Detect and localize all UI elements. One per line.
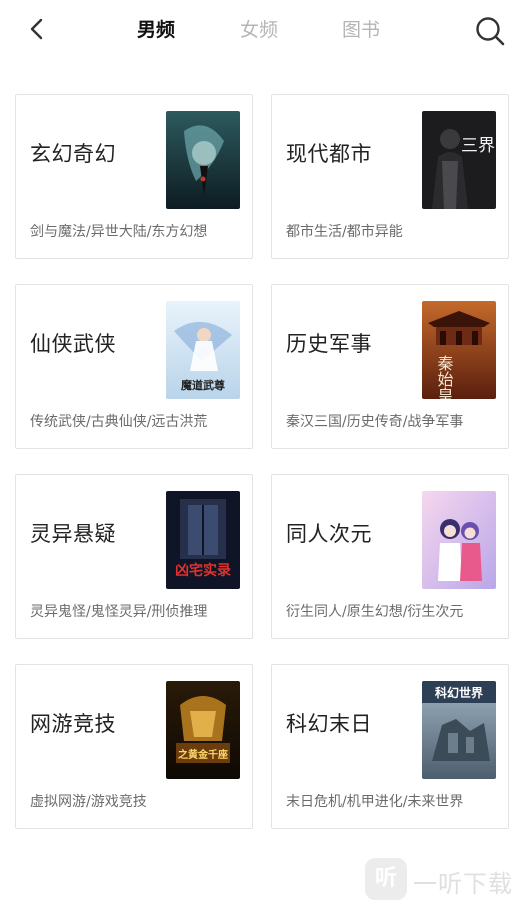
chevron-left-icon — [30, 18, 43, 40]
tab-male[interactable]: 男频 — [137, 17, 175, 43]
tab-books[interactable]: 图书 — [342, 17, 380, 43]
book-cover: 凶宅实录 — [166, 491, 240, 589]
category-card-scifi[interactable]: 科幻末日 科幻世界 末日危机/机甲进化/未来世界 — [271, 664, 509, 829]
category-title: 灵异悬疑 — [30, 522, 116, 546]
category-card-mystery[interactable]: 灵异悬疑 凶宅实录 灵异鬼怪/鬼怪灵异/刑侦推理 — [15, 474, 253, 639]
category-tags: 传统武侠/古典仙侠/远古洪荒 — [30, 414, 208, 430]
category-card-fantasy[interactable]: 玄幻奇幻 剑与魔法/异世大陆/东方幻想 — [15, 94, 253, 259]
book-cover: 魔道武尊 — [166, 301, 240, 399]
category-tags: 虚拟网游/游戏竞技 — [30, 794, 147, 810]
cover-title: 科幻世界 — [435, 685, 483, 700]
category-tags: 末日危机/机甲进化/未来世界 — [286, 794, 464, 810]
watermark-badge: 听 — [365, 858, 407, 900]
category-title: 历史军事 — [286, 332, 372, 356]
cover-title: 之黄金千座 — [178, 748, 228, 761]
top-bar: 男频 女频 图书 — [0, 0, 525, 62]
watermark-text: 一听下载 — [413, 870, 513, 898]
book-cover: 三界 — [422, 111, 496, 209]
watermark-logo: 听 一听下载 — [365, 856, 525, 902]
category-title: 同人次元 — [286, 522, 372, 546]
book-cover: 之黄金千座 — [166, 681, 240, 779]
category-tags: 都市生活/都市异能 — [286, 224, 403, 240]
cover-title: 魔道武尊 — [181, 378, 225, 392]
category-card-fanfic[interactable]: 同人次元 衍生同人/原生幻想/衍生次元 — [271, 474, 509, 639]
category-title: 科幻末日 — [286, 712, 372, 736]
category-card-xianxia[interactable]: 仙侠武侠 魔道武尊 传统武侠/古典仙侠/远古洪荒 — [15, 284, 253, 449]
category-title: 网游竞技 — [30, 712, 116, 736]
tab-female[interactable]: 女频 — [240, 17, 278, 43]
cover-title: 凶宅实录 — [175, 562, 231, 579]
book-cover: 秦始皇 — [422, 301, 496, 399]
book-cover: 科幻世界 — [422, 681, 496, 779]
cover-title: 三界 — [461, 136, 495, 156]
search-icon — [476, 17, 505, 46]
category-title: 玄幻奇幻 — [30, 142, 116, 166]
category-tags: 秦汉三国/历史传奇/战争军事 — [286, 414, 464, 430]
category-tags: 剑与魔法/异世大陆/东方幻想 — [30, 224, 208, 240]
search-button[interactable] — [473, 14, 507, 48]
category-tags: 灵异鬼怪/鬼怪灵异/刑侦推理 — [30, 604, 208, 620]
book-cover — [422, 491, 496, 589]
category-title: 仙侠武侠 — [30, 332, 116, 356]
category-title: 现代都市 — [286, 142, 372, 166]
category-card-urban[interactable]: 现代都市 三界 都市生活/都市异能 — [271, 94, 509, 259]
back-button[interactable] — [24, 14, 52, 44]
category-tags: 衍生同人/原生幻想/衍生次元 — [286, 604, 464, 620]
cover-title: 秦始皇 — [435, 355, 454, 399]
book-cover — [166, 111, 240, 209]
category-card-history[interactable]: 历史军事 秦始皇 秦汉三国/历史传奇/战争军事 — [271, 284, 509, 449]
category-card-gaming[interactable]: 网游竞技 之黄金千座 虚拟网游/游戏竞技 — [15, 664, 253, 829]
